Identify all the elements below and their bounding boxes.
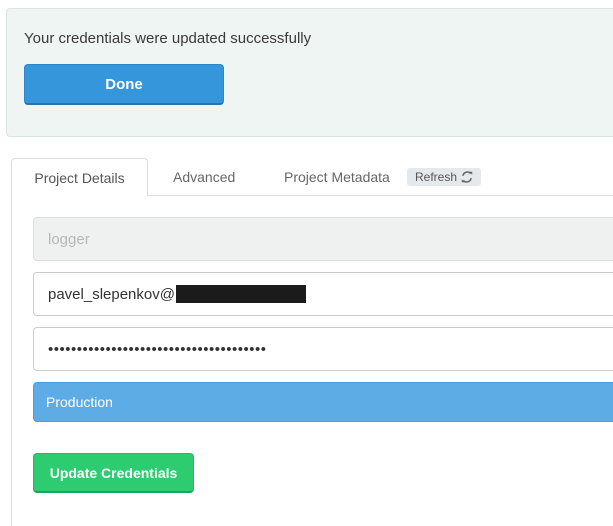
done-button[interactable]: Done <box>24 64 224 105</box>
email-value: pavel_slepenkov@ <box>48 285 175 303</box>
project-name-field: logger <box>33 217 613 261</box>
password-field[interactable]: •••••••••••••••••••••••••••••••••••••• <box>33 327 613 371</box>
redaction-bar <box>175 285 306 303</box>
tab-bar: Project Details Advanced Project Metadat… <box>11 158 613 197</box>
tab-project-metadata[interactable]: Project Metadata <box>284 158 390 196</box>
refresh-button[interactable]: Refresh <box>407 168 482 186</box>
update-credentials-button[interactable]: Update Credentials <box>33 453 194 493</box>
refresh-icon <box>461 171 473 183</box>
success-alert: Your credentials were updated successful… <box>6 8 613 137</box>
tab-advanced[interactable]: Advanced <box>173 158 235 196</box>
environment-select[interactable]: Production <box>33 382 613 422</box>
email-field[interactable]: pavel_slepenkov@ <box>33 272 613 316</box>
success-message: Your credentials were updated successful… <box>24 30 312 47</box>
refresh-label: Refresh <box>415 170 458 184</box>
tab-project-details[interactable]: Project Details <box>11 158 148 197</box>
